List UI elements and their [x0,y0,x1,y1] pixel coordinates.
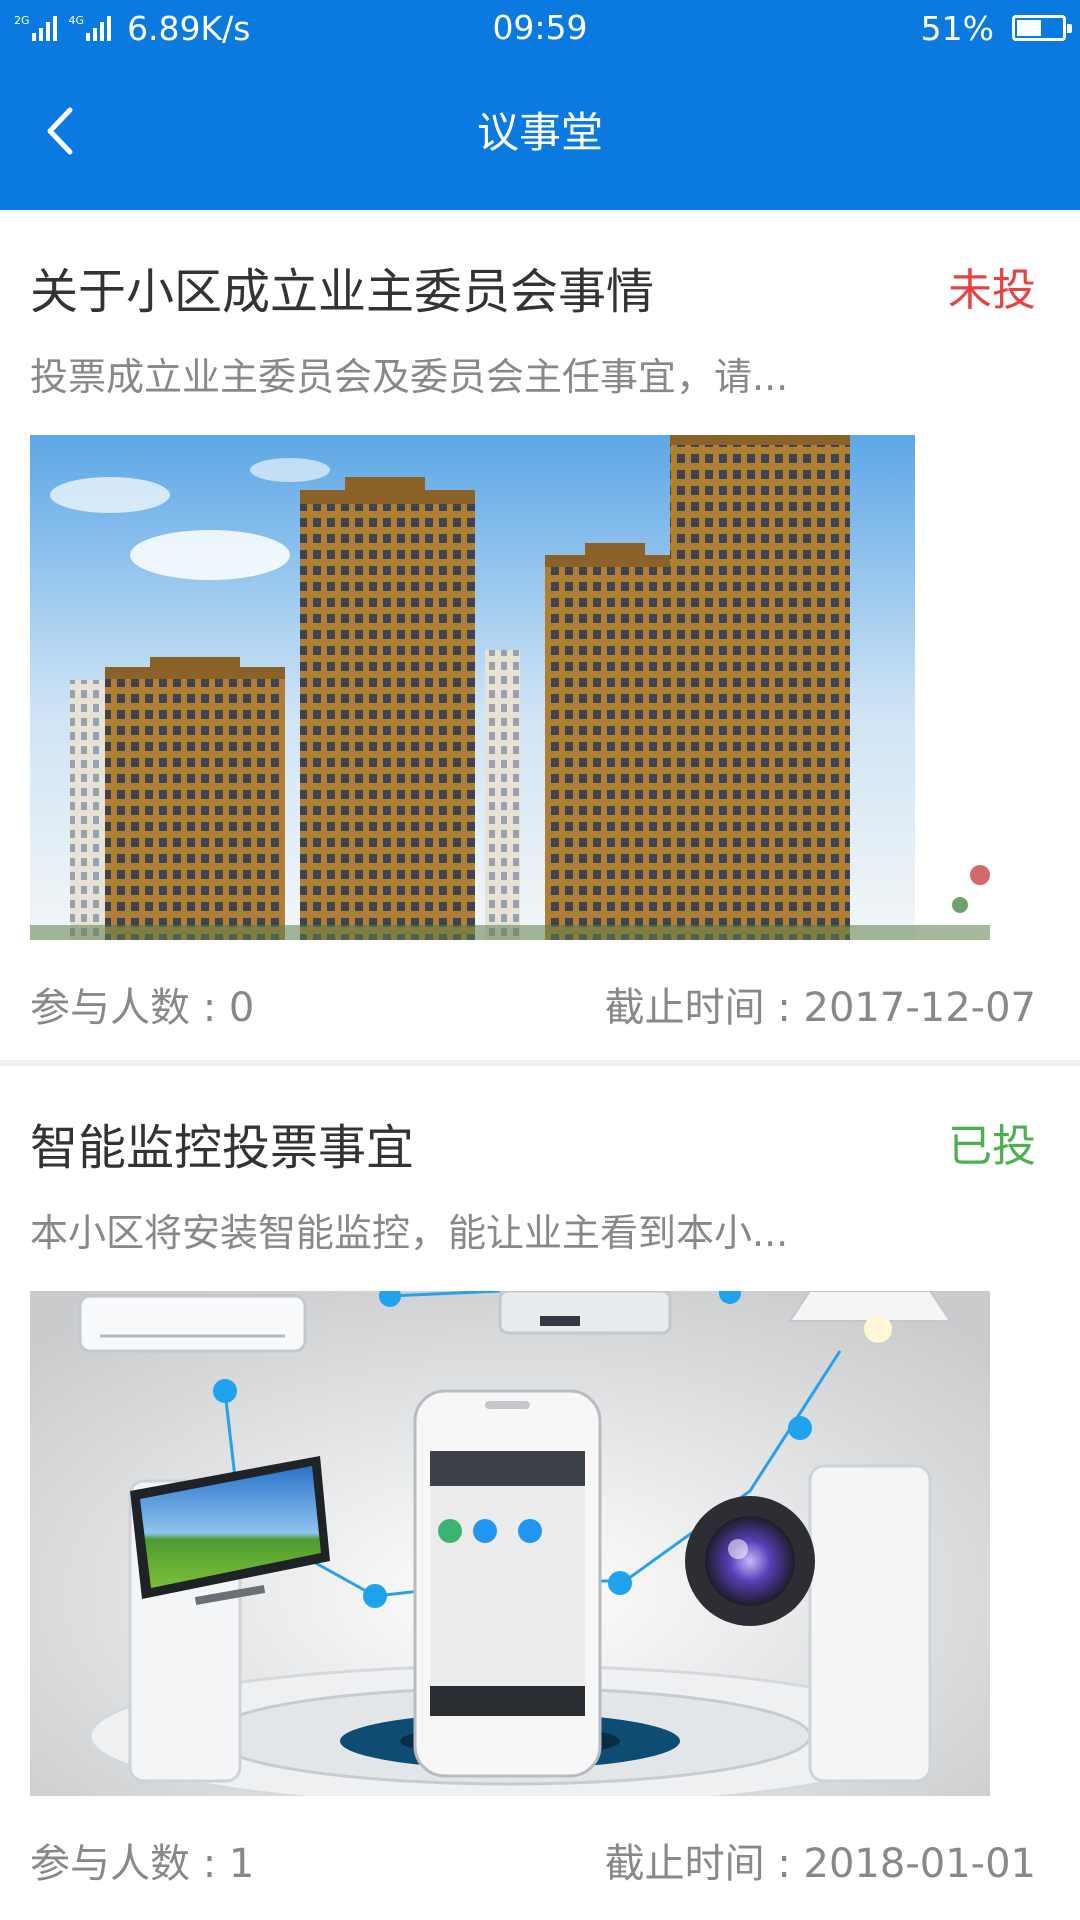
participants-value: 1 [228,1841,255,1887]
deadline-label: 截止时间 : [604,985,804,1031]
participants-value: 0 [228,985,255,1031]
participants-count: 参与人数 : 0 [30,975,254,1033]
participants-label: 参与人数 : [30,985,229,1031]
nav-bar: 议事堂 [0,56,1080,210]
vote-card[interactable]: 智能监控投票事宜 已投 本小区将安装智能监控，能让业主看到本小... 参与人数 … [0,1066,1080,1916]
deadline: 截止时间 : 2018-01-01 [605,1831,1036,1889]
page-title: 议事堂 [476,108,603,157]
vote-card-title: 关于小区成立业主委员会事情 [30,264,655,320]
deadline-value: 2017-12-07 [803,985,1036,1031]
battery-icon [1012,15,1072,41]
deadline-label: 截止时间 : [604,1841,804,1887]
vote-card-title: 智能监控投票事宜 [30,1120,415,1176]
vote-card[interactable]: 关于小区成立业主委员会事情 未投 投票成立业主委员会及委员会主任事宜，请... [0,210,1080,1060]
status-bar: 2G 4G 6.89K/s 09:59 51% [0,0,1080,56]
participants-count: 参与人数 : 1 [30,1831,254,1889]
deadline-value: 2018-01-01 [803,1841,1036,1887]
status-time: 09:59 [492,8,588,47]
vote-card-image [30,435,990,940]
battery-fill [1017,20,1042,36]
vote-status-badge: 已投 [948,1121,1036,1172]
chevron-left-icon [47,107,73,155]
battery-percent: 51% [920,8,994,48]
vote-card-description: 本小区将安装智能监控，能让业主看到本小... [30,1211,789,1255]
deadline: 截止时间 : 2017-12-07 [605,975,1036,1033]
vote-card-description: 投票成立业主委员会及委员会主任事宜，请... [30,355,789,399]
vote-card-image [30,1291,990,1796]
participants-label: 参与人数 : [30,1841,229,1887]
vote-status-badge: 未投 [948,265,1036,316]
app-header: 2G 4G 6.89K/s 09:59 51% 议事堂 [0,0,1080,210]
status-right: 51% [920,8,1072,48]
back-button[interactable] [30,101,90,161]
